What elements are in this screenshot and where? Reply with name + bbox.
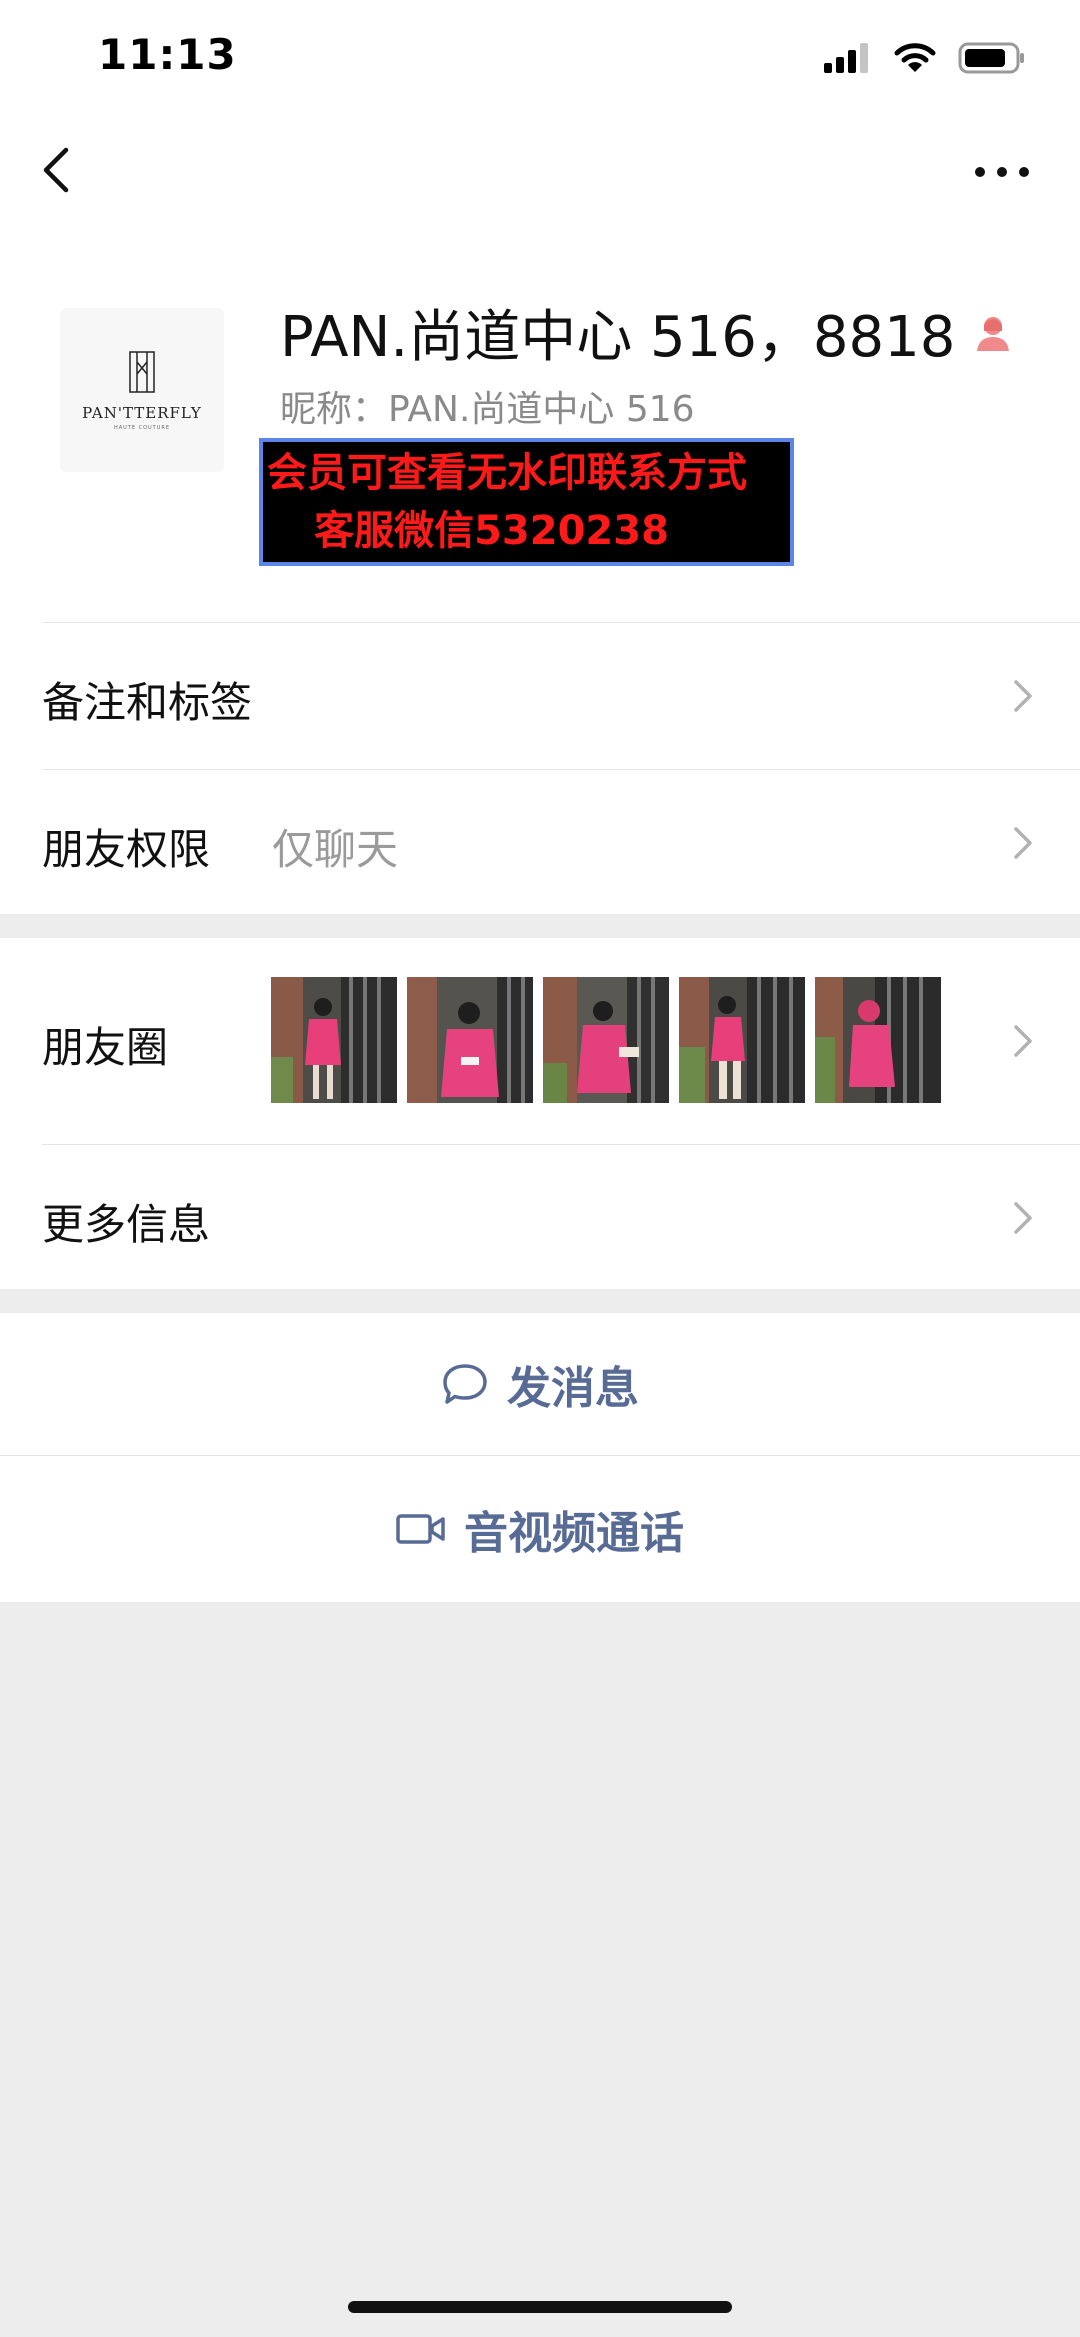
- photo-thumbnail-image: [271, 977, 397, 1103]
- status-time: 11:13: [98, 30, 237, 79]
- avatar-brand-text: PAN'TTERFLY: [82, 403, 202, 422]
- moment-photo[interactable]: [815, 977, 941, 1103]
- chevron-right-icon: [1014, 1202, 1032, 1234]
- avatar[interactable]: PAN'TTERFLY HAUTE COUTURE: [60, 308, 224, 472]
- chevron-right-icon: [1014, 827, 1032, 859]
- avatar-subtitle-text: HAUTE COUTURE: [113, 424, 171, 431]
- send-message-button[interactable]: 发消息: [0, 1313, 1080, 1455]
- photo-thumbnail-image: [543, 977, 669, 1103]
- nickname-value: PAN.尚道中心 516: [388, 389, 695, 430]
- back-button[interactable]: [36, 140, 76, 200]
- video-call-button[interactable]: 音视频通话: [0, 1456, 1080, 1602]
- watermark-line-2: 客服微信5320238: [314, 508, 669, 554]
- moment-photo[interactable]: [271, 977, 397, 1103]
- chevron-left-icon: [43, 147, 69, 193]
- watermark-line-1: 会员可查看无水印联系方式: [267, 450, 747, 496]
- chevron-right-icon: [1014, 1025, 1032, 1057]
- chat-bubble-icon: [443, 1364, 487, 1404]
- wifi-icon: [894, 43, 936, 72]
- send-message-label: 发消息: [507, 1363, 639, 1414]
- moment-photo[interactable]: [679, 977, 805, 1103]
- friend-permissions-value: 仅聊天: [272, 825, 399, 874]
- nickname-label: 昵称：: [280, 389, 389, 430]
- moments-photos: [271, 977, 941, 1103]
- photo-thumbnail-image: [815, 977, 941, 1103]
- more-button[interactable]: [972, 150, 1032, 190]
- female-person-icon: [977, 316, 1010, 351]
- section-gap: [0, 1289, 1080, 1313]
- section-gap: [0, 914, 1080, 938]
- more-info-row[interactable]: 更多信息: [0, 1145, 1080, 1289]
- photo-thumbnail-image: [407, 977, 533, 1103]
- remarks-and-tags-row[interactable]: 备注和标签: [0, 623, 1080, 769]
- friend-permissions-row[interactable]: 朋友权限 仅聊天: [0, 770, 1080, 914]
- status-icons: [824, 38, 1026, 78]
- moments-label: 朋友圈: [42, 1023, 169, 1072]
- chevron-right-icon: [1014, 680, 1032, 712]
- watermark-banner: 会员可查看无水印联系方式 客服微信5320238: [259, 438, 794, 566]
- display-name-text: PAN.尚道中心 516，8818: [280, 305, 956, 370]
- battery-icon: [958, 42, 1024, 74]
- more-info-label: 更多信息: [42, 1200, 211, 1249]
- display-name: PAN.尚道中心 516，8818: [280, 292, 1013, 373]
- moment-photo[interactable]: [407, 977, 533, 1103]
- home-indicator[interactable]: [348, 2301, 732, 2313]
- cellular-signal-icon: [824, 43, 868, 73]
- video-call-label: 音视频通话: [464, 1508, 684, 1559]
- photo-thumbnail-image: [679, 977, 805, 1103]
- video-camera-icon: [396, 1514, 445, 1544]
- more-dots-icon: [975, 167, 1029, 177]
- remarks-and-tags-label: 备注和标签: [42, 678, 253, 727]
- brand-monogram-icon: [129, 350, 155, 393]
- friend-permissions-label: 朋友权限: [42, 825, 211, 874]
- moment-photo[interactable]: [543, 977, 669, 1103]
- nickname: 昵称：PAN.尚道中心 516: [280, 380, 695, 432]
